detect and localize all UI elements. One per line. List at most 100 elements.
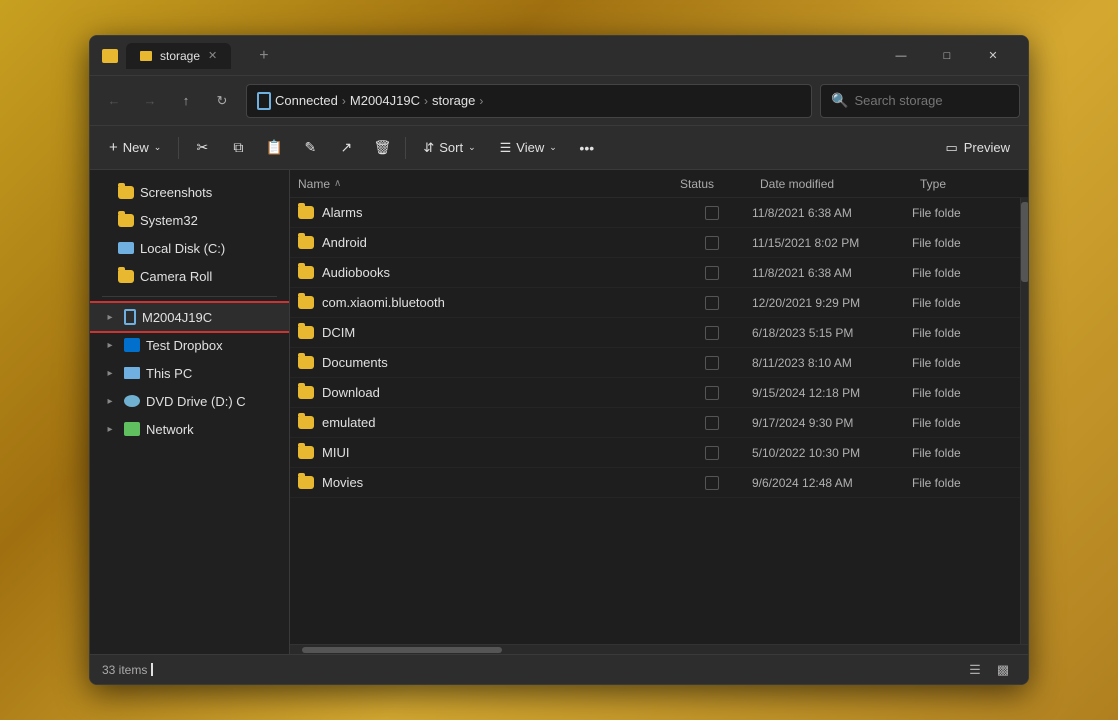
sidebar-item-test-dropbox[interactable]: ▸ Test Dropbox [90, 331, 289, 359]
status-icon [705, 326, 719, 340]
toolbar-divider-2 [405, 137, 406, 159]
sidebar-item-screenshots[interactable]: Screenshots [90, 178, 289, 206]
forward-icon: → [144, 93, 157, 108]
view-button[interactable]: ☰ View ⌄ [489, 132, 568, 164]
breadcrumb-connected-label: Connected [275, 93, 338, 108]
paste-button[interactable]: 📋 [257, 132, 291, 164]
hdd-icon [118, 242, 134, 254]
file-status [672, 416, 752, 430]
file-name: MIUI [322, 445, 672, 460]
file-status [672, 476, 752, 490]
scrollbar-thumb[interactable] [1021, 202, 1028, 282]
file-status [672, 356, 752, 370]
breadcrumb-device-label: M2004J19C [350, 93, 420, 108]
col-header-status[interactable]: Status [680, 177, 760, 191]
cut-button[interactable]: ✂ [185, 132, 219, 164]
titlebar-tab[interactable]: storage ✕ [126, 43, 231, 69]
sidebar-item-system32[interactable]: System32 [90, 206, 289, 234]
table-row[interactable]: Movies 9/6/2024 12:48 AM File folde [290, 468, 1020, 498]
sidebar-item-camera-roll[interactable]: Camera Roll [90, 262, 289, 290]
refresh-button[interactable]: ↻ [206, 85, 238, 117]
status-icon [705, 446, 719, 460]
file-name: Audiobooks [322, 265, 672, 280]
copy-button[interactable]: ⧉ [221, 132, 255, 164]
file-name: DCIM [322, 325, 672, 340]
sidebar-item-local-disk[interactable]: Local Disk (C:) [90, 234, 289, 262]
file-date: 11/15/2021 8:02 PM [752, 236, 912, 250]
tab-close-icon[interactable]: ✕ [208, 49, 217, 62]
rename-button[interactable]: ✎ [293, 132, 327, 164]
new-plus-icon: + [109, 139, 118, 156]
forward-button[interactable]: → [134, 85, 166, 117]
table-row[interactable]: DCIM 6/18/2023 5:15 PM File folde [290, 318, 1020, 348]
table-row[interactable]: Alarms 11/8/2021 6:38 AM File folde [290, 198, 1020, 228]
breadcrumb-item-device[interactable]: M2004J19C [350, 93, 420, 108]
sidebar-item-network[interactable]: ▸ Network [90, 415, 289, 443]
share-icon: ↗ [340, 139, 352, 156]
file-explorer-window: storage ✕ + — □ ✕ ← → ↑ ↻ Connected [89, 35, 1029, 685]
vertical-scrollbar[interactable] [1020, 198, 1028, 644]
sidebar-item-dvd-drive[interactable]: ▸ DVD Drive (D:) C [90, 387, 289, 415]
grid-view-icon: ▩ [997, 662, 1009, 678]
table-row[interactable]: Audiobooks 11/8/2021 6:38 AM File folde [290, 258, 1020, 288]
file-date: 6/18/2023 5:15 PM [752, 326, 912, 340]
col-header-date[interactable]: Date modified [760, 177, 920, 191]
h-scrollbar-thumb[interactable] [302, 647, 502, 653]
table-row[interactable]: com.xiaomi.bluetooth 12/20/2021 9:29 PM … [290, 288, 1020, 318]
horizontal-scrollbar[interactable] [290, 644, 1028, 654]
col-header-name[interactable]: Name ∧ [298, 177, 680, 191]
file-status [672, 386, 752, 400]
more-button[interactable]: ••• [570, 132, 604, 164]
minimize-button[interactable]: — [878, 40, 924, 72]
sidebar-label-m2004j19c: M2004J19C [142, 310, 212, 325]
breadcrumb-bar[interactable]: Connected › M2004J19C › storage › [246, 84, 812, 118]
sidebar-item-this-pc[interactable]: ▸ This PC [90, 359, 289, 387]
status-item-count: 33 items [102, 663, 153, 677]
search-box[interactable]: 🔍 [820, 84, 1020, 118]
sort-button[interactable]: ⇵ Sort ⌄ [412, 132, 486, 164]
table-row[interactable]: emulated 9/17/2024 9:30 PM File folde [290, 408, 1020, 438]
file-type: File folde [912, 356, 1012, 370]
paste-icon: 📋 [266, 139, 283, 156]
table-row[interactable]: Documents 8/11/2023 8:10 AM File folde [290, 348, 1020, 378]
file-status [672, 206, 752, 220]
file-status [672, 296, 752, 310]
grid-view-toggle[interactable]: ▩ [990, 659, 1016, 681]
folder-icon [298, 416, 314, 429]
table-row[interactable]: MIUI 5/10/2022 10:30 PM File folde [290, 438, 1020, 468]
sidebar-label-camera-roll: Camera Roll [140, 269, 212, 284]
up-button[interactable]: ↑ [170, 85, 202, 117]
delete-button[interactable]: 🗑 [365, 132, 399, 164]
back-button[interactable]: ← [98, 85, 130, 117]
sidebar-label-this-pc: This PC [146, 366, 192, 381]
list-view-toggle[interactable]: ☰ [962, 659, 988, 681]
file-name: com.xiaomi.bluetooth [322, 295, 672, 310]
close-button[interactable]: ✕ [970, 40, 1016, 72]
sidebar-item-m2004j19c[interactable]: ▸ M2004J19C [90, 303, 289, 331]
folder-icon [298, 446, 314, 459]
titlebar: storage ✕ + — □ ✕ [90, 36, 1028, 76]
folder-icon [298, 386, 314, 399]
maximize-button[interactable]: □ [924, 40, 970, 72]
breadcrumb-item-storage[interactable]: storage [432, 93, 475, 108]
preview-icon: ▭ [945, 140, 957, 156]
breadcrumb-item-connected[interactable]: Connected [257, 92, 338, 110]
view-chevron-icon: ⌄ [549, 142, 557, 153]
dropbox-icon [124, 338, 140, 352]
search-input[interactable] [854, 93, 1009, 108]
table-row[interactable]: Android 11/15/2021 8:02 PM File folde [290, 228, 1020, 258]
more-icon: ••• [579, 140, 594, 156]
col-header-type[interactable]: Type [920, 177, 1020, 191]
table-row[interactable]: Download 9/15/2024 12:18 PM File folde [290, 378, 1020, 408]
file-name: Movies [322, 475, 672, 490]
status-icon [705, 296, 719, 310]
status-icon [705, 386, 719, 400]
content-area: Name ∧ Status Date modified Type [290, 170, 1028, 654]
preview-button[interactable]: ▭ Preview [935, 132, 1020, 164]
view-label: View [516, 140, 544, 155]
tab-add-icon[interactable]: + [251, 47, 276, 65]
folder-icon [298, 356, 314, 369]
share-button[interactable]: ↗ [329, 132, 363, 164]
new-button[interactable]: + New ⌄ [98, 132, 172, 164]
sidebar: Screenshots System32 Local Disk (C:) Cam… [90, 170, 290, 654]
